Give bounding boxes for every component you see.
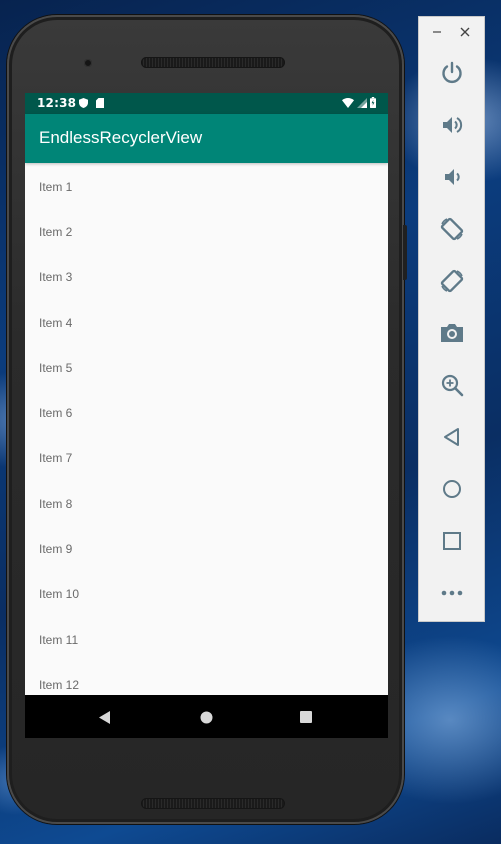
- status-bar: 12:38: [25, 93, 388, 114]
- volume-down-icon[interactable]: [438, 163, 466, 191]
- list-item[interactable]: Item 4: [39, 316, 72, 330]
- home-icon[interactable]: [198, 709, 214, 725]
- list-item[interactable]: Item 5: [39, 361, 72, 375]
- signal-icon: [357, 97, 367, 111]
- shield-icon: [79, 97, 88, 111]
- overview-icon[interactable]: [438, 527, 466, 555]
- emulator-toolbar: [418, 16, 485, 622]
- recents-icon[interactable]: [298, 709, 314, 725]
- list-item[interactable]: Item 10: [39, 587, 79, 601]
- device-screen: 12:38 EndlessRecyclerView Item 1 Item 2: [25, 93, 388, 738]
- back-icon[interactable]: [438, 423, 466, 451]
- rotate-right-icon[interactable]: [438, 267, 466, 295]
- side-button[interactable]: [403, 225, 407, 280]
- list-item[interactable]: Item 8: [39, 497, 72, 511]
- camera-icon[interactable]: [438, 319, 466, 347]
- bottom-speaker: [141, 798, 285, 809]
- zoom-icon[interactable]: [438, 371, 466, 399]
- app-title: EndlessRecyclerView: [39, 128, 203, 147]
- top-speaker: [141, 57, 285, 68]
- more-icon[interactable]: [438, 579, 466, 607]
- rotate-left-icon[interactable]: [438, 215, 466, 243]
- volume-up-icon[interactable]: [438, 111, 466, 139]
- back-icon[interactable]: [97, 709, 113, 725]
- sd-card-icon: [96, 97, 104, 111]
- recycler-list[interactable]: Item 1 Item 2 Item 3 Item 4 Item 5 Item …: [25, 163, 388, 695]
- navigation-bar: [25, 695, 388, 738]
- home-icon[interactable]: [438, 475, 466, 503]
- status-time: 12:38: [37, 96, 77, 110]
- list-item[interactable]: Item 9: [39, 542, 72, 556]
- list-item[interactable]: Item 7: [39, 451, 72, 465]
- battery-icon: [370, 97, 376, 111]
- minimize-icon[interactable]: [430, 25, 444, 39]
- wifi-icon: [342, 97, 354, 111]
- front-camera: [84, 59, 92, 67]
- list-item[interactable]: Item 2: [39, 225, 72, 239]
- close-icon[interactable]: [458, 25, 472, 39]
- power-icon[interactable]: [438, 59, 466, 87]
- list-item[interactable]: Item 3: [39, 270, 72, 284]
- list-item[interactable]: Item 1: [39, 180, 72, 194]
- list-item[interactable]: Item 11: [39, 633, 78, 647]
- app-bar: EndlessRecyclerView: [25, 114, 388, 163]
- list-item[interactable]: Item 6: [39, 406, 72, 420]
- list-item[interactable]: Item 12: [39, 678, 79, 692]
